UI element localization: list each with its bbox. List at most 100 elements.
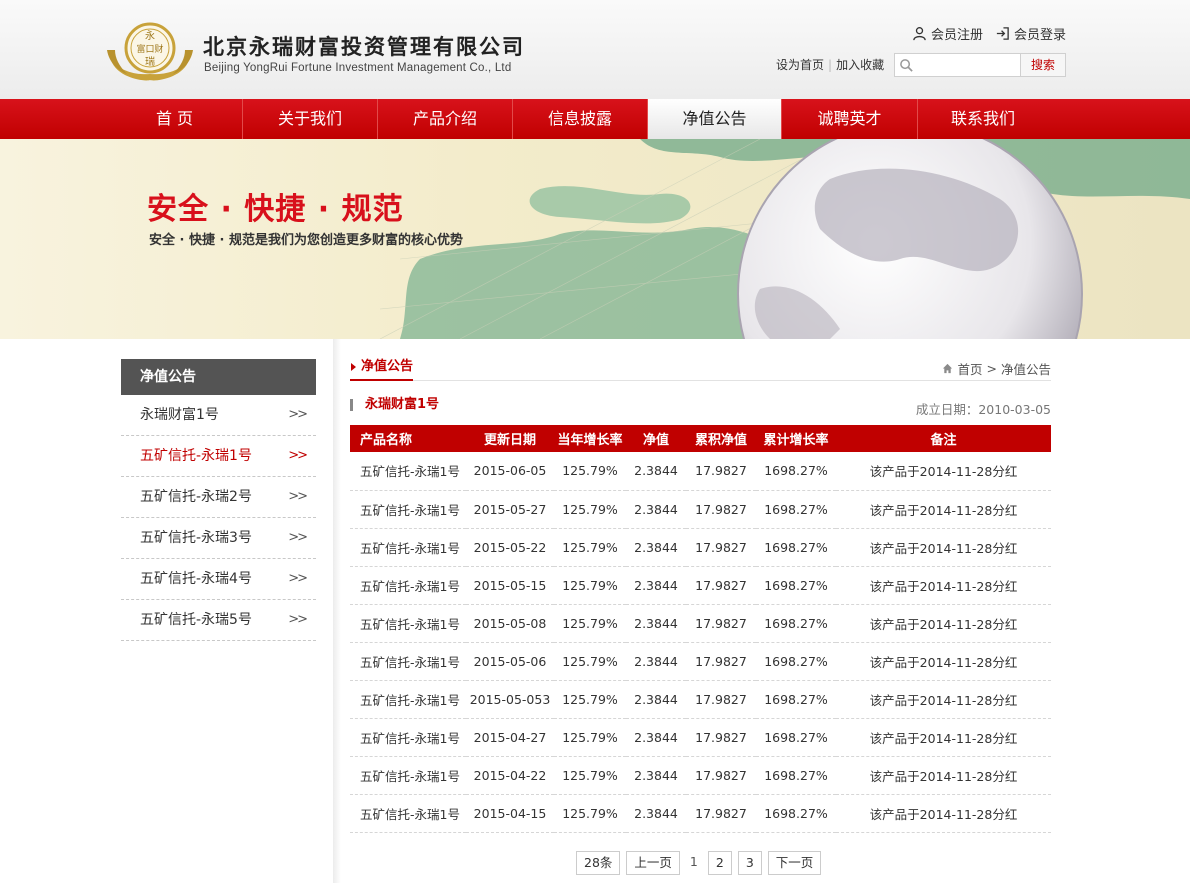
table-row: 五矿信托-永瑞1号 2015-04-22 125.79% 2.3844 17.9827 1…: [350, 756, 1051, 795]
breadcrumb-home[interactable]: 首页: [957, 359, 982, 378]
table-cell: 该产品于2014-11-28分红: [836, 528, 1051, 567]
column-header: 累计增长率: [756, 425, 836, 452]
logo-emblem-icon: 永 富口财 瑞: [107, 22, 193, 81]
table-cell: 125.79%: [554, 794, 626, 833]
sidebar-item-4[interactable]: 五矿信托-永瑞3号 >>: [121, 518, 316, 559]
logo-char-top: 永: [145, 29, 155, 42]
table-cell: 该产品于2014-11-28分红: [836, 794, 1051, 833]
table-cell: 125.79%: [554, 528, 626, 567]
page-2[interactable]: 2: [707, 851, 732, 875]
table-cell: 五矿信托-永瑞1号: [350, 680, 466, 719]
table-cell: 1698.27%: [756, 604, 836, 643]
double-chevron-right-icon: >>: [288, 489, 308, 504]
sidebar-title: 净值公告: [121, 359, 316, 395]
table-cell: 1698.27%: [756, 528, 836, 567]
nav-item-7[interactable]: 联系我们: [918, 99, 1048, 139]
table-cell: 17.9827: [686, 756, 756, 795]
nav-item-6[interactable]: 诚聘英才: [782, 99, 918, 139]
pagination: 28条 上一页 1 2 3 下一页: [576, 851, 822, 875]
table-cell: 2015-04-15: [466, 794, 554, 833]
site-header: 永 富口财 瑞 北京永瑞财富投资管理有限公司 Beijing YongRui F…: [0, 0, 1190, 99]
sidebar-item-label: 永瑞财富1号: [140, 407, 219, 423]
nav-item-5[interactable]: 净值公告: [648, 99, 782, 139]
table-cell: 2.3844: [626, 604, 686, 643]
double-chevron-right-icon: >>: [288, 612, 308, 627]
main-nav: 首 页关于我们 产品介绍 信息披露 净值公告 诚聘英才 联系我们: [0, 99, 1190, 139]
sidebar: 净值公告 永瑞财富1号 >> 五矿信托-永瑞1号 >> 五矿信托-永瑞2号 >> 五矿信托-…: [121, 359, 316, 641]
page-1[interactable]: 1: [685, 851, 702, 875]
prev-page-button[interactable]: 上一页: [626, 851, 680, 875]
table-cell: 1698.27%: [756, 718, 836, 757]
double-chevron-right-icon: >>: [288, 571, 308, 586]
table-cell: 17.9827: [686, 490, 756, 529]
table-cell: 125.79%: [554, 642, 626, 681]
sidebar-item-5[interactable]: 五矿信托-永瑞4号 >>: [121, 559, 316, 600]
banner-subtitle: 安全 · 快捷 · 规范是我们为您创造更多财富的核心优势: [149, 233, 463, 248]
table-cell: 1698.27%: [756, 452, 836, 491]
column-header: 当年增长率: [554, 425, 626, 452]
search-box: 搜索: [894, 53, 1066, 77]
nav-item-4[interactable]: 信息披露: [513, 99, 648, 139]
sidebar-item-6[interactable]: 五矿信托-永瑞5号 >>: [121, 600, 316, 641]
table-cell: 五矿信托-永瑞1号: [350, 452, 466, 491]
sidebar-item-2[interactable]: 五矿信托-永瑞1号 >>: [121, 436, 316, 477]
table-row: 五矿信托-永瑞1号 2015-05-15 125.79% 2.3844 17.9827 1…: [350, 566, 1051, 605]
table-row: 五矿信托-永瑞1号 2015-05-27 125.79% 2.3844 17.9827 1…: [350, 490, 1051, 529]
nav-item-3[interactable]: 产品介绍: [378, 99, 513, 139]
member-links: 会员注册 会员登录: [912, 24, 1066, 43]
sidebar-item-label: 五矿信托-永瑞4号: [140, 571, 252, 587]
table-cell: 17.9827: [686, 718, 756, 757]
table-cell: 125.79%: [554, 452, 626, 491]
page-3[interactable]: 3: [737, 851, 762, 875]
user-icon: [913, 27, 926, 41]
table-cell: 17.9827: [686, 452, 756, 491]
double-chevron-right-icon: >>: [288, 530, 308, 545]
add-favorite-link[interactable]: 加入收藏: [836, 56, 884, 73]
hero-banner: 安全 · 快捷 · 规范 安全 · 快捷 · 规范是我们为您创造更多财富的核心优…: [0, 139, 1190, 339]
table-cell: 2015-06-05: [466, 452, 554, 491]
breadcrumb-current: 净值公告: [1000, 362, 1051, 377]
table-cell: 2.3844: [626, 718, 686, 757]
table-cell: 2015-05-08: [466, 604, 554, 643]
main-content: 净值公告 首页 > 净值公告 永瑞财富1号 成立日期：2010-03-05 产品…: [350, 355, 1051, 833]
next-page-button[interactable]: 下一页: [767, 851, 822, 875]
table-cell: 五矿信托-永瑞1号: [350, 528, 466, 567]
table-cell: 该产品于2014-11-28分红: [836, 566, 1051, 605]
member-register-label: 会员注册: [930, 28, 983, 43]
member-register-link[interactable]: 会员注册: [912, 24, 983, 43]
table-row: 五矿信托-永瑞1号 2015-06-05 125.79% 2.3844 17.9827 1…: [350, 452, 1051, 491]
company-logo[interactable]: 永 富口财 瑞 北京永瑞财富投资管理有限公司 Beijing YongRui F…: [105, 20, 545, 82]
company-name-cn: 北京永瑞财富投资管理有限公司: [203, 34, 525, 59]
member-login-link[interactable]: 会员登录: [995, 24, 1066, 43]
set-home-link[interactable]: 设为首页: [776, 56, 824, 73]
search-button[interactable]: 搜索: [1020, 54, 1065, 76]
column-header: 累积净值: [686, 425, 756, 452]
table-cell: 125.79%: [554, 756, 626, 795]
column-header: 更新日期: [466, 425, 554, 452]
column-header: 净值: [626, 425, 686, 452]
table-row: 五矿信托-永瑞1号 2015-04-15 125.79% 2.3844 17.9827 1…: [350, 794, 1051, 833]
sidebar-item-1[interactable]: 永瑞财富1号 >>: [121, 395, 316, 436]
table-cell: 2015-05-22: [466, 528, 554, 567]
section-title: 净值公告: [350, 355, 414, 381]
nav-item-1[interactable]: 首 页: [107, 99, 243, 139]
table-cell: 2.3844: [626, 452, 686, 491]
search-input[interactable]: [919, 56, 1019, 74]
table-cell: 2.3844: [626, 642, 686, 681]
table-cell: 1698.27%: [756, 490, 836, 529]
table-row: 五矿信托-永瑞1号 2015-05-08 125.79% 2.3844 17.9827 1…: [350, 604, 1051, 643]
table-cell: 该产品于2014-11-28分红: [836, 680, 1051, 719]
table-cell: 2.3844: [626, 756, 686, 795]
established-date: 成立日期：2010-03-05: [915, 402, 1051, 417]
nav-items: 首 页关于我们 产品介绍 信息披露 净值公告 诚聘英才 联系我们: [107, 99, 1048, 139]
member-login-label: 会员登录: [1013, 28, 1066, 43]
nav-item-2[interactable]: 关于我们: [243, 99, 378, 139]
table-cell: 五矿信托-永瑞1号: [350, 642, 466, 681]
table-cell: 该产品于2014-11-28分红: [836, 490, 1051, 529]
table-cell: 五矿信托-永瑞1号: [350, 756, 466, 795]
table-cell: 2015-05-06: [466, 642, 554, 681]
main-header: 净值公告 首页 > 净值公告: [350, 355, 1051, 381]
table-cell: 2.3844: [626, 794, 686, 833]
company-name-en: Beijing YongRui Fortune Investment Manag…: [204, 62, 512, 74]
sidebar-item-3[interactable]: 五矿信托-永瑞2号 >>: [121, 477, 316, 518]
